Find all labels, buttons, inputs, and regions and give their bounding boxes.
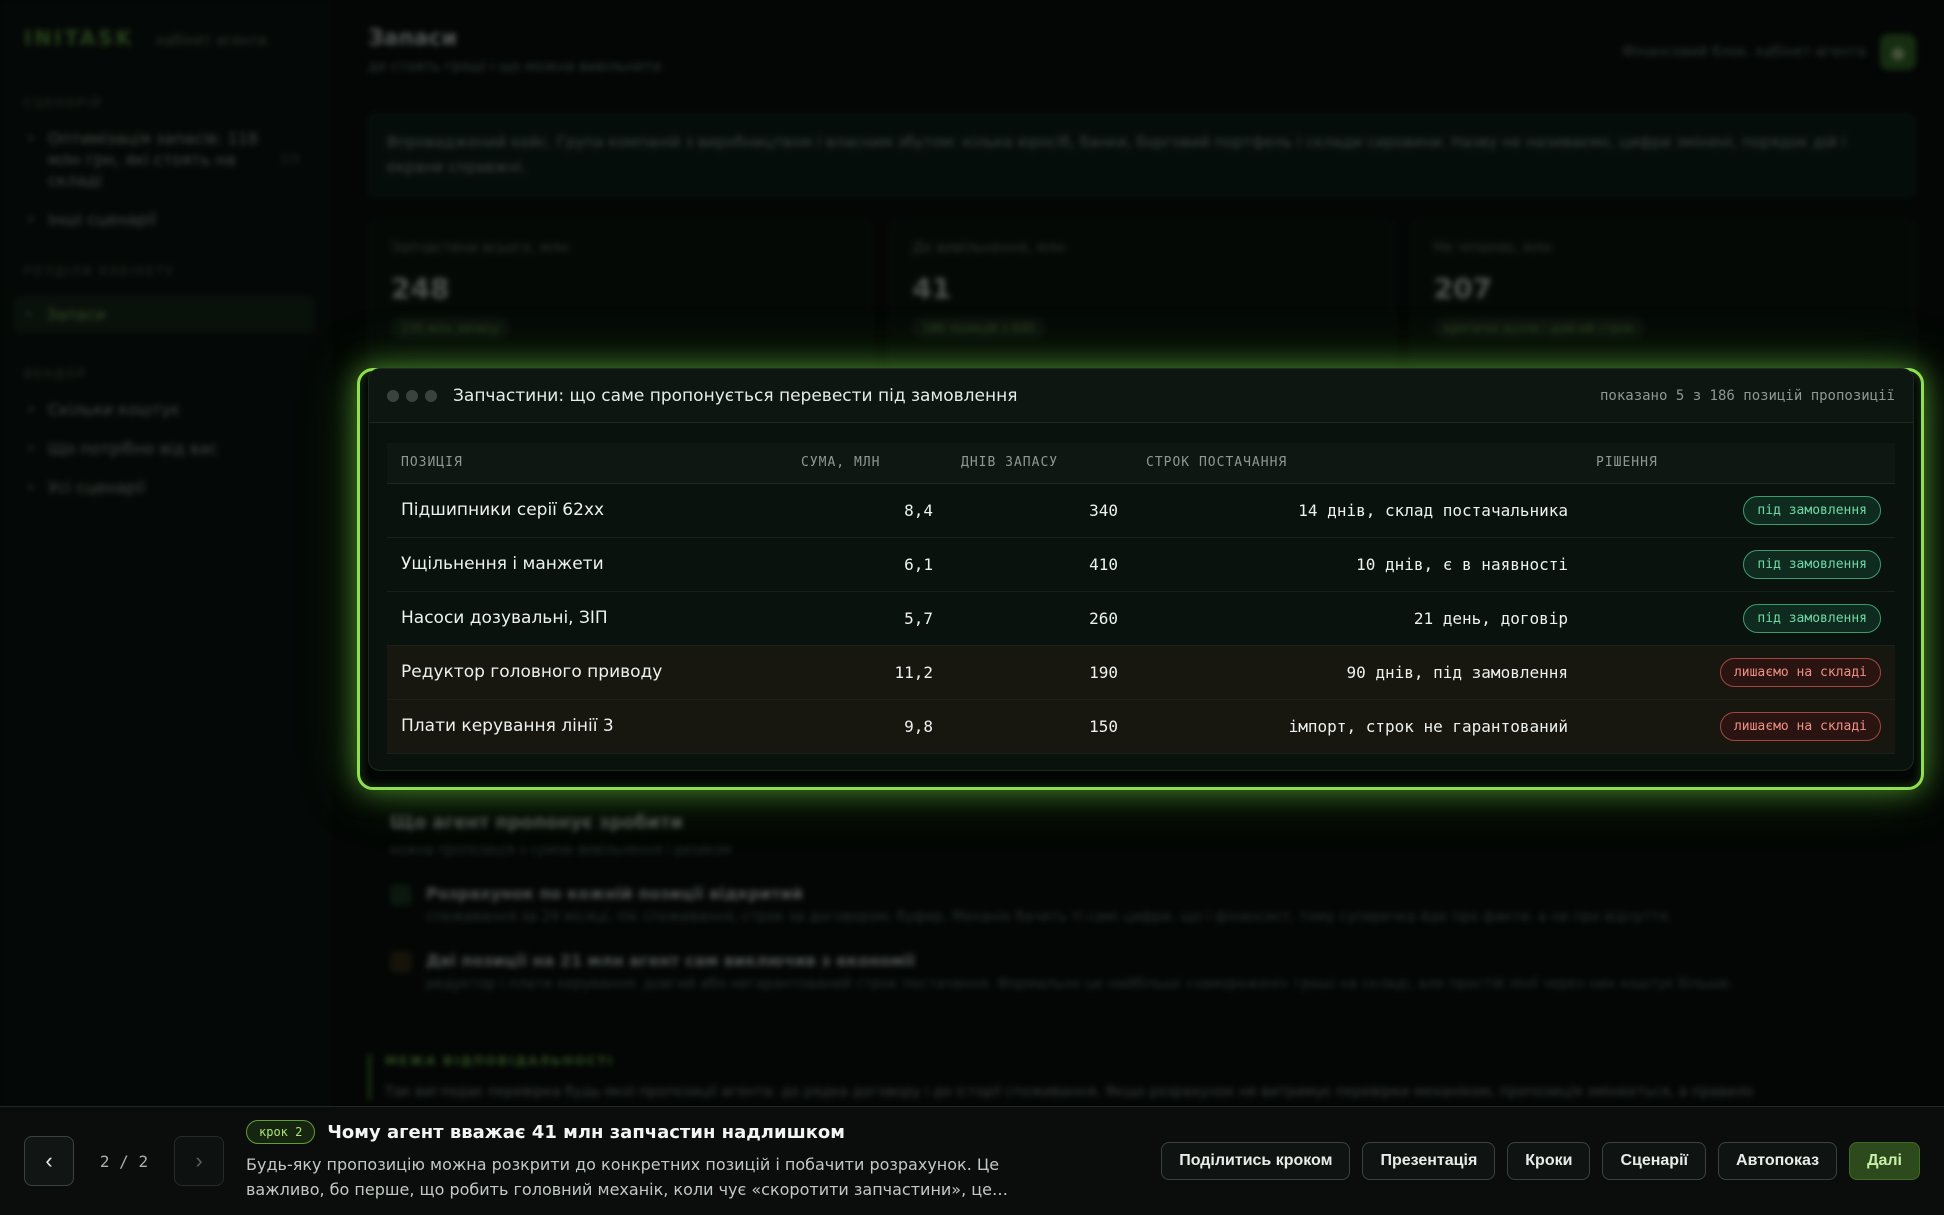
cell-position: Ущільнення і манжети [387,537,787,592]
next-step-button[interactable]: › [174,1136,224,1186]
cell-position: Насоси дозувальні, ЗІП [387,591,787,646]
cell-decision: під замовлення [1582,537,1895,592]
steps-button[interactable]: Кроки [1507,1142,1591,1180]
panel-header: Запчастини: що саме пропонується перевес… [369,369,1913,423]
cell-term: 10 днів, є в наявності [1132,537,1582,592]
cell-days: 410 [947,537,1132,592]
cell-days: 190 [947,645,1132,700]
column-header-term: СТРОК ПОСТАЧАННЯ [1132,443,1582,484]
cell-sum: 8,4 [787,483,947,538]
decision-badge: під замовлення [1743,603,1881,633]
presentation-button[interactable]: Презентація [1362,1142,1496,1180]
column-header-decision: РІШЕННЯ [1582,443,1895,484]
chevron-left-icon: ‹ [45,1148,53,1173]
cell-sum: 11,2 [787,645,947,700]
panel-title: Запчастини: що саме пропонується перевес… [453,385,1018,406]
table-row[interactable]: Редуктор головного приводу 11,2 190 90 д… [387,645,1895,700]
step-description: Будь-яку пропозицію можна розкрити до ко… [246,1155,1008,1199]
autoplay-button[interactable]: Автопоказ [1718,1142,1838,1180]
share-step-button[interactable]: Поділитись кроком [1161,1142,1351,1180]
cell-sum: 6,1 [787,537,947,592]
cell-sum: 9,8 [787,699,947,754]
decision-badge: під замовлення [1743,495,1881,525]
prev-step-button[interactable]: ‹ [24,1136,74,1186]
cell-decision: під замовлення [1582,591,1895,646]
cell-decision: лишаємо на складі [1582,645,1895,700]
cell-decision: під замовлення [1582,483,1895,538]
tour-footer: ‹ 2 / 2 › крок 2 Чому агент вважає 41 мл… [0,1106,1944,1215]
cell-days: 150 [947,699,1132,754]
cell-position: Підшипники серії 62хх [387,483,787,538]
spare-parts-table: ПОЗИЦІЯ СУМА, МЛН ДНІВ ЗАПАСУ СТРОК ПОСТ… [387,443,1895,754]
table-header-row: ПОЗИЦІЯ СУМА, МЛН ДНІВ ЗАПАСУ СТРОК ПОСТ… [387,443,1895,484]
table-row[interactable]: Плати керування лінії 3 9,8 150 імпорт, … [387,699,1895,754]
cell-decision: лишаємо на складі [1582,699,1895,754]
next-button[interactable]: Далі [1849,1142,1920,1180]
column-header-sum: СУМА, МЛН [787,443,947,484]
cell-sum: 5,7 [787,591,947,646]
table-row[interactable]: Насоси дозувальні, ЗІП 5,7 260 21 день, … [387,591,1895,646]
step-info: крок 2 Чому агент вважає 41 млн запчасти… [246,1120,1066,1202]
cell-position: Плати керування лінії 3 [387,699,787,754]
table-row[interactable]: Підшипники серії 62хх 8,4 340 14 днів, с… [387,483,1895,538]
decision-badge: лишаємо на складі [1719,711,1881,741]
panel-meta: показано 5 з 186 позицій пропозиції [1599,387,1895,404]
cell-position: Редуктор головного приводу [387,645,787,700]
cell-term: 90 днів, під замовлення [1132,645,1582,700]
step-counter: 2 / 2 [99,1151,149,1171]
column-header-days: ДНІВ ЗАПАСУ [947,443,1132,484]
spare-parts-panel: Запчастини: що саме пропонується перевес… [368,368,1914,771]
decision-badge: лишаємо на складі [1719,657,1881,687]
window-dot-icon [387,389,399,402]
table-row[interactable]: Ущільнення і манжети 6,1 410 10 днів, є … [387,537,1895,592]
scenarios-button[interactable]: Сценарії [1602,1142,1707,1180]
window-dot-icon [406,389,418,402]
cell-term: імпорт, строк не гарантований [1132,699,1582,754]
step-header: крок 2 Чому агент вважає 41 млн запчасти… [246,1120,1066,1144]
tour-actions: Поділитись кроком Презентація Кроки Сцен… [1161,1142,1920,1180]
chevron-right-icon: › [195,1148,203,1173]
cell-days: 340 [947,483,1132,538]
step-title: Чому агент вважає 41 млн запчастин надли… [327,1121,846,1143]
cell-days: 260 [947,591,1132,646]
cell-term: 14 днів, склад постачальника [1132,483,1582,538]
step-badge: крок 2 [246,1120,316,1144]
window-dots [387,389,437,402]
cell-term: 21 день, договір [1132,591,1582,646]
decision-badge: під замовлення [1743,549,1881,579]
window-dot-icon [425,389,437,402]
column-header-position: ПОЗИЦІЯ [387,443,787,484]
